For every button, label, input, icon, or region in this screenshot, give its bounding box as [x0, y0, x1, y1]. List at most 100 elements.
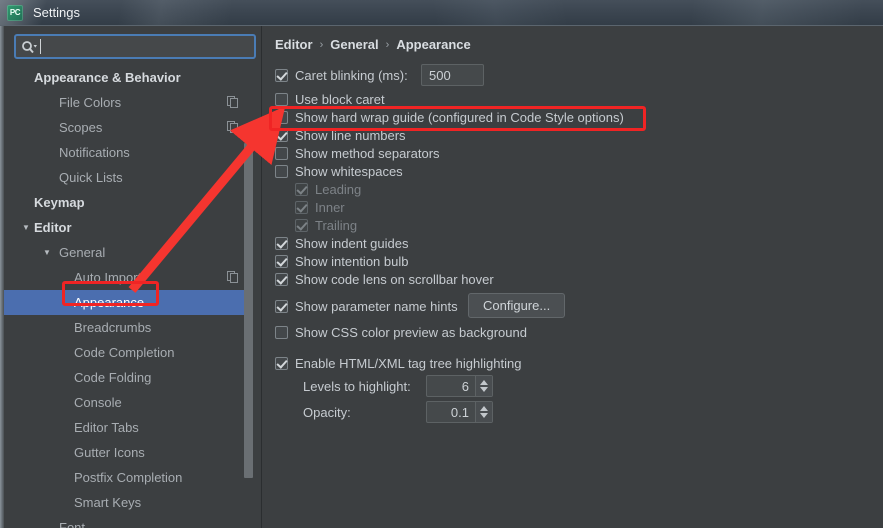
sidebar-item-auto-import[interactable]: Auto Import [4, 265, 256, 290]
sidebar-item-code-completion[interactable]: Code Completion [4, 340, 256, 365]
spinner-down-icon[interactable] [480, 413, 488, 418]
use-block-caret-checkbox[interactable] [275, 93, 288, 106]
option-show-parameter-name-hints[interactable]: Show parameter name hints [275, 299, 458, 314]
option-show-hard-wrap-guide[interactable]: Show hard wrap guide (configured in Code… [275, 110, 624, 125]
option-show-indent-guides[interactable]: Show indent guides [275, 236, 408, 251]
search-box[interactable] [14, 34, 256, 59]
levels-to-highlight-spinner[interactable]: 6 [426, 375, 493, 397]
search-input[interactable] [38, 38, 254, 55]
show-line-numbers-checkbox[interactable] [275, 129, 288, 142]
configure-button[interactable]: Configure... [468, 293, 566, 318]
sidebar-item-notifications[interactable]: Notifications [4, 140, 256, 165]
trailing-label: Trailing [315, 218, 358, 233]
option-show-css-color-preview[interactable]: Show CSS color preview as background [275, 325, 527, 340]
option-show-whitespaces[interactable]: Show whitespaces [275, 164, 403, 179]
breadcrumb-editor[interactable]: Editor [275, 37, 313, 52]
settings-content-panel: Editor › General › Appearance Caret blin… [263, 26, 883, 528]
sidebar-item-label: Auto Import [74, 270, 142, 285]
sidebar-item-label: Console [74, 395, 122, 410]
show-intention-bulb-checkbox[interactable] [275, 255, 288, 268]
sidebar-item-label: Notifications [59, 145, 130, 160]
breadcrumb-separator-icon: › [319, 38, 324, 51]
sidebar-item-quick-lists[interactable]: Quick Lists [4, 165, 256, 190]
sidebar-item-font[interactable]: Font [4, 515, 256, 528]
opacity-spinner-buttons[interactable] [475, 402, 492, 422]
breadcrumb-separator-icon: › [385, 38, 390, 51]
show-whitespaces-label: Show whitespaces [295, 164, 403, 179]
option-caret-blinking[interactable]: Caret blinking (ms): [275, 68, 408, 83]
sidebar-item-label: Postfix Completion [74, 470, 183, 485]
sidebar-item-label: Smart Keys [74, 495, 142, 510]
sidebar-item-scopes[interactable]: Scopes [4, 115, 256, 140]
sidebar-item-editor-tabs[interactable]: Editor Tabs [4, 415, 256, 440]
show-parameter-name-hints-checkbox[interactable] [275, 300, 288, 313]
levels-to-highlight-label: Levels to highlight: [303, 379, 411, 394]
leading-checkbox [295, 183, 308, 196]
show-intention-bulb-label: Show intention bulb [295, 254, 409, 269]
chevron-down-icon[interactable]: ▼ [43, 248, 51, 257]
sidebar-item-breadcrumbs[interactable]: Breadcrumbs [4, 315, 256, 340]
copy-icon[interactable] [227, 271, 238, 283]
option-enable-html-xml-highlighting[interactable]: Enable HTML/XML tag tree highlighting [275, 356, 521, 371]
sidebar-item-general[interactable]: ▼ General [4, 240, 256, 265]
sidebar-item-code-folding[interactable]: Code Folding [4, 365, 256, 390]
copy-icon[interactable] [227, 96, 238, 108]
sidebar-item-label: Quick Lists [59, 170, 123, 185]
opacity-value[interactable]: 0.1 [427, 402, 475, 422]
sidebar-item-appearance[interactable]: Appearance [4, 290, 256, 315]
settings-tree[interactable]: Appearance & Behavior File Colors Scopes No… [4, 65, 256, 528]
breadcrumb-appearance[interactable]: Appearance [396, 37, 470, 52]
chevron-down-icon[interactable]: ▼ [22, 223, 30, 232]
sidebar-item-label: Appearance & Behavior [34, 70, 181, 85]
sidebar-scrollbar-track[interactable] [244, 65, 257, 528]
breadcrumb-general[interactable]: General [330, 37, 378, 52]
sidebar-item-gutter-icons[interactable]: Gutter Icons [4, 440, 256, 465]
show-hard-wrap-guide-checkbox[interactable] [275, 111, 288, 124]
option-use-block-caret[interactable]: Use block caret [275, 92, 385, 107]
show-code-lens-checkbox[interactable] [275, 273, 288, 286]
opacity-spinner[interactable]: 0.1 [426, 401, 493, 423]
show-indent-guides-checkbox[interactable] [275, 237, 288, 250]
option-show-intention-bulb[interactable]: Show intention bulb [275, 254, 408, 269]
spinner-down-icon[interactable] [480, 387, 488, 392]
sidebar-item-editor[interactable]: ▼ Editor [4, 215, 256, 240]
search-field-wrapper[interactable] [14, 34, 256, 59]
copy-icon[interactable] [227, 121, 238, 133]
sidebar-item-smart-keys[interactable]: Smart Keys [4, 490, 256, 515]
sidebar-item-keymap[interactable]: Keymap [4, 190, 256, 215]
option-show-method-separators[interactable]: Show method separators [275, 146, 440, 161]
option-leading: Leading [295, 182, 361, 197]
sidebar-item-label: Scopes [59, 120, 103, 135]
spinner-up-icon[interactable] [480, 380, 488, 385]
enable-html-xml-highlighting-checkbox[interactable] [275, 357, 288, 370]
option-show-code-lens[interactable]: Show code lens on scrollbar hover [275, 272, 494, 287]
sidebar-item-console[interactable]: Console [4, 390, 256, 415]
sidebar-item-file-colors[interactable]: File Colors [4, 90, 256, 115]
show-hard-wrap-guide-label: Show hard wrap guide (configured in Code… [295, 110, 624, 125]
inner-label: Inner [315, 200, 345, 215]
show-css-color-preview-checkbox[interactable] [275, 326, 288, 339]
sidebar-item-label: Breadcrumbs [74, 320, 152, 335]
show-whitespaces-checkbox[interactable] [275, 165, 288, 178]
levels-spinner-buttons[interactable] [475, 376, 492, 396]
chevron-down-icon [33, 44, 37, 48]
show-line-numbers-label: Show line numbers [295, 128, 406, 143]
caret-blinking-checkbox[interactable] [275, 69, 288, 82]
show-method-separators-checkbox[interactable] [275, 147, 288, 160]
show-parameter-name-hints-label: Show parameter name hints [295, 299, 458, 314]
option-trailing: Trailing [295, 218, 357, 233]
sidebar-scrollbar-thumb[interactable] [244, 143, 253, 478]
leading-label: Leading [315, 182, 362, 197]
trailing-checkbox [295, 219, 308, 232]
settings-sidebar: Appearance & Behavior File Colors Scopes No… [0, 26, 262, 528]
window-left-edge [0, 26, 4, 528]
caret-blinking-label: Caret blinking (ms): [295, 68, 408, 83]
levels-to-highlight-value[interactable]: 6 [427, 376, 475, 396]
show-method-separators-label: Show method separators [295, 146, 440, 161]
sidebar-item-postfix-completion[interactable]: Postfix Completion [4, 465, 256, 490]
caret-blinking-input[interactable]: 500 [421, 64, 484, 86]
spinner-up-icon[interactable] [480, 406, 488, 411]
sidebar-item-label: Appearance [74, 295, 145, 310]
sidebar-item-appearance-behavior[interactable]: Appearance & Behavior [4, 65, 256, 90]
option-show-line-numbers[interactable]: Show line numbers [275, 128, 406, 143]
